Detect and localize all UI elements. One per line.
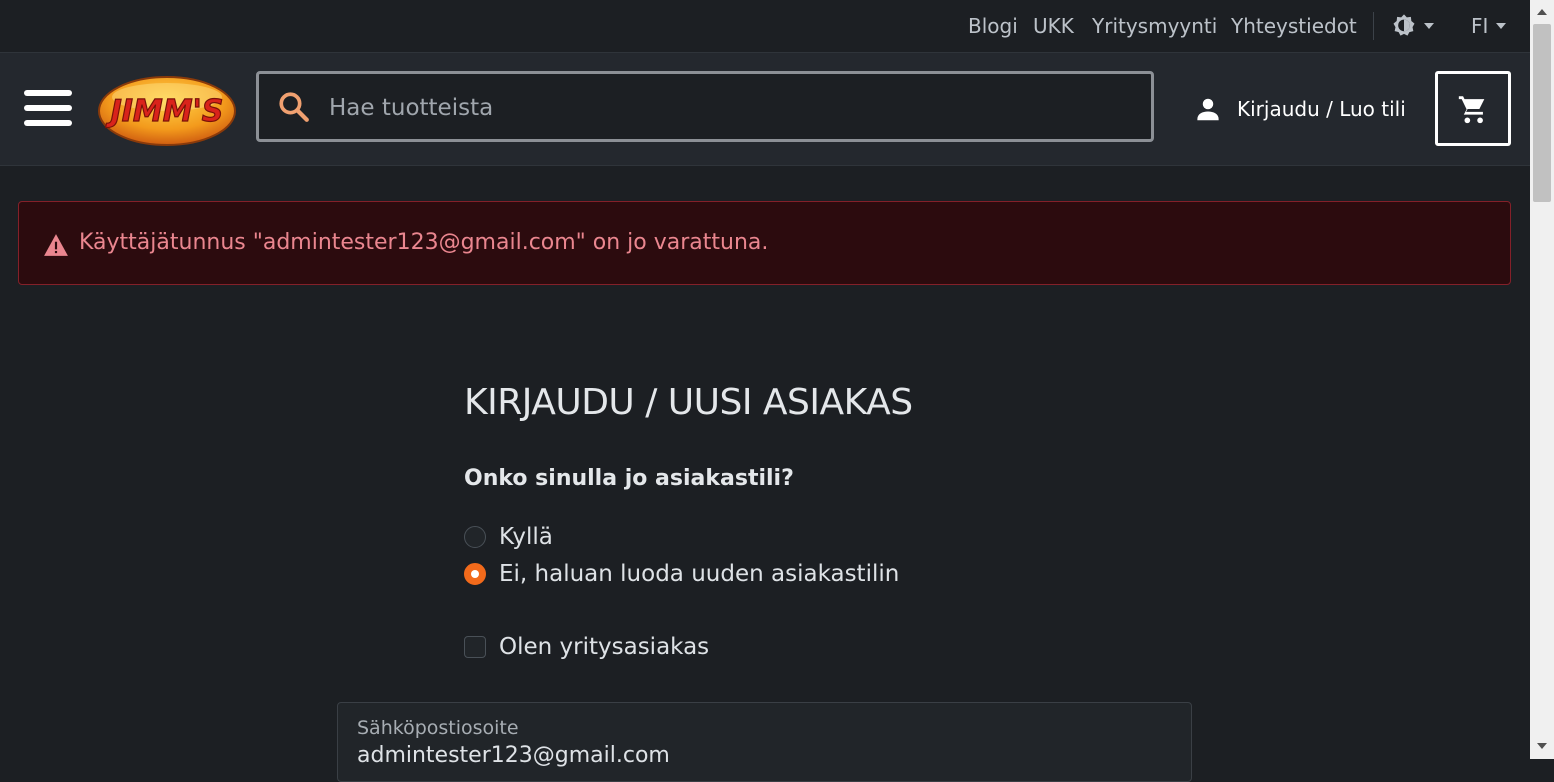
radio-option-new-account[interactable]: Ei, haluan luoda uuden asiakastilin — [464, 561, 899, 587]
scroll-down-arrow-icon[interactable] — [1537, 743, 1547, 749]
contrast-icon — [1393, 14, 1415, 36]
top-bar: Blogi UKK Yritysmyynti Yhteystiedot FI — [0, 0, 1530, 53]
divider — [1373, 12, 1374, 40]
search-input[interactable] — [327, 74, 1131, 141]
radio-button[interactable] — [464, 563, 486, 585]
chevron-down-icon — [1424, 23, 1434, 29]
menu-icon[interactable] — [24, 90, 72, 126]
radio-label: Ei, haluan luoda uuden asiakastilin — [499, 561, 900, 587]
email-field-label: Sähköpostiosoite — [357, 717, 519, 739]
jimms-logo[interactable]: JIMM'S — [96, 71, 238, 147]
page-title: KIRJAUDU / UUSI ASIAKAS — [464, 382, 913, 423]
login-register-link[interactable]: Kirjaudu / Luo tili — [1193, 93, 1406, 125]
main-header: JIMM'S Kirjaudu / Luo tili — [0, 53, 1530, 166]
faq-link[interactable]: UKK — [1033, 14, 1074, 38]
contact-link[interactable]: Yhteystiedot — [1231, 14, 1357, 38]
page-scrollbar[interactable] — [1530, 0, 1554, 759]
scrollbar-thumb[interactable] — [1533, 24, 1551, 202]
search-icon — [279, 92, 309, 122]
checkbox-label: Olen yritysasiakas — [499, 634, 710, 660]
email-field-value[interactable]: admintester123@gmail.com — [357, 743, 670, 768]
warning-icon — [44, 234, 68, 256]
login-register-label: Kirjaudu / Luo tili — [1237, 97, 1406, 121]
account-question: Onko sinulla jo asiakastili? — [464, 466, 794, 491]
error-alert: Käyttäjätunnus "admintester123@gmail.com… — [18, 201, 1511, 285]
cart-button[interactable] — [1435, 71, 1511, 146]
business-sales-link[interactable]: Yritysmyynti — [1092, 14, 1217, 38]
user-icon — [1197, 98, 1219, 121]
chevron-down-icon — [1496, 23, 1507, 29]
shopping-cart-icon — [1458, 95, 1485, 123]
radio-label: Kyllä — [499, 524, 553, 550]
svg-text:JIMM'S: JIMM'S — [106, 94, 224, 129]
radio-button[interactable] — [464, 526, 486, 548]
blog-link[interactable]: Blogi — [968, 14, 1018, 38]
theme-toggle-button[interactable] — [1390, 12, 1434, 40]
radio-option-yes[interactable]: Kyllä — [464, 524, 553, 550]
scroll-up-arrow-icon[interactable] — [1537, 9, 1547, 15]
business-customer-option[interactable]: Olen yritysasiakas — [464, 634, 709, 660]
email-field[interactable]: Sähköpostiosoite admintester123@gmail.co… — [337, 702, 1192, 782]
error-message: Käyttäjätunnus "admintester123@gmail.com… — [79, 230, 769, 255]
language-selector[interactable]: FI — [1471, 12, 1507, 40]
language-label: FI — [1471, 14, 1489, 38]
search-box[interactable] — [256, 71, 1154, 142]
business-customer-checkbox[interactable] — [464, 636, 486, 658]
